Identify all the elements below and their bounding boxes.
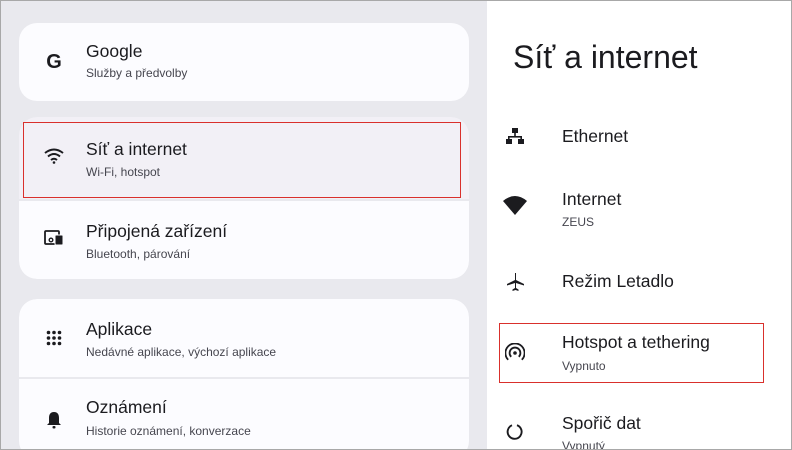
connectivity-card: Síť a internet Wi-Fi, hotspot Připojená … <box>19 117 469 279</box>
menu-item-subtitle: Wi-Fi, hotspot <box>86 165 161 179</box>
settings-item-hotspot[interactable]: Hotspot a tethering Vypnuto <box>487 327 791 383</box>
menu-item-subtitle: Nedávné aplikace, výchozí aplikace <box>86 345 277 359</box>
menu-item-google[interactable]: G Google Služby a předvolby <box>19 23 469 101</box>
settings-item-title: Spořič dat <box>562 413 641 433</box>
settings-item-title: Ethernet <box>562 126 629 146</box>
menu-item-title: Připojená zařízení <box>86 221 228 241</box>
menu-item-title: Oznámení <box>86 397 167 417</box>
settings-category-list: G Google Služby a předvolby Síť a intern… <box>1 1 487 449</box>
menu-item-subtitle: Historie oznámení, konverzace <box>86 424 251 438</box>
settings-window: G Google Služby a předvolby Síť a intern… <box>0 0 792 450</box>
wifi-full-icon <box>503 193 527 217</box>
settings-item-data-saver[interactable]: Spořič dat Vypnutý <box>487 407 791 450</box>
settings-item-subtitle: Vypnuto <box>562 359 606 373</box>
settings-item-title: Internet <box>562 189 622 209</box>
wifi-icon <box>43 145 65 167</box>
data-saver-icon <box>503 420 527 444</box>
menu-item-connected-devices[interactable]: Připojená zařízení Bluetooth, párování <box>19 201 469 279</box>
settings-item-ethernet[interactable]: Ethernet <box>487 113 791 159</box>
menu-item-subtitle: Bluetooth, párování <box>86 247 191 261</box>
menu-item-title: Aplikace <box>86 319 153 339</box>
settings-item-subtitle: Vypnutý <box>562 439 605 450</box>
settings-item-airplane-mode[interactable]: Režim Letadlo <box>487 259 791 305</box>
connected-devices-icon <box>43 227 65 249</box>
apps-card: Aplikace Nedávné aplikace, výchozí aplik… <box>19 299 469 449</box>
google-card: G Google Služby a předvolby <box>19 23 469 101</box>
ethernet-icon <box>503 124 527 148</box>
settings-item-title: Hotspot a tethering <box>562 332 710 352</box>
menu-item-subtitle: Služby a předvolby <box>86 66 188 80</box>
menu-item-apps[interactable]: Aplikace Nedávné aplikace, výchozí aplik… <box>19 299 469 377</box>
settings-item-title: Režim Letadlo <box>562 271 674 291</box>
menu-item-title: Google <box>86 41 143 61</box>
settings-item-internet[interactable]: Internet ZEUS <box>487 183 791 239</box>
google-g-icon: G <box>46 50 62 73</box>
airplane-icon <box>503 270 527 294</box>
settings-item-subtitle: ZEUS <box>562 215 595 229</box>
menu-item-notifications[interactable]: Oznámení Historie oznámení, konverzace <box>19 379 469 449</box>
hotspot-icon <box>503 341 527 365</box>
bell-icon <box>43 409 65 431</box>
page-title: Síť a internet <box>513 39 698 75</box>
network-settings-panel: Síť a internet Ethernet Internet ZEUS Re… <box>487 1 791 449</box>
menu-item-network[interactable]: Síť a internet Wi-Fi, hotspot <box>19 117 469 199</box>
apps-grid-icon <box>43 327 65 349</box>
menu-item-title: Síť a internet <box>86 139 187 159</box>
